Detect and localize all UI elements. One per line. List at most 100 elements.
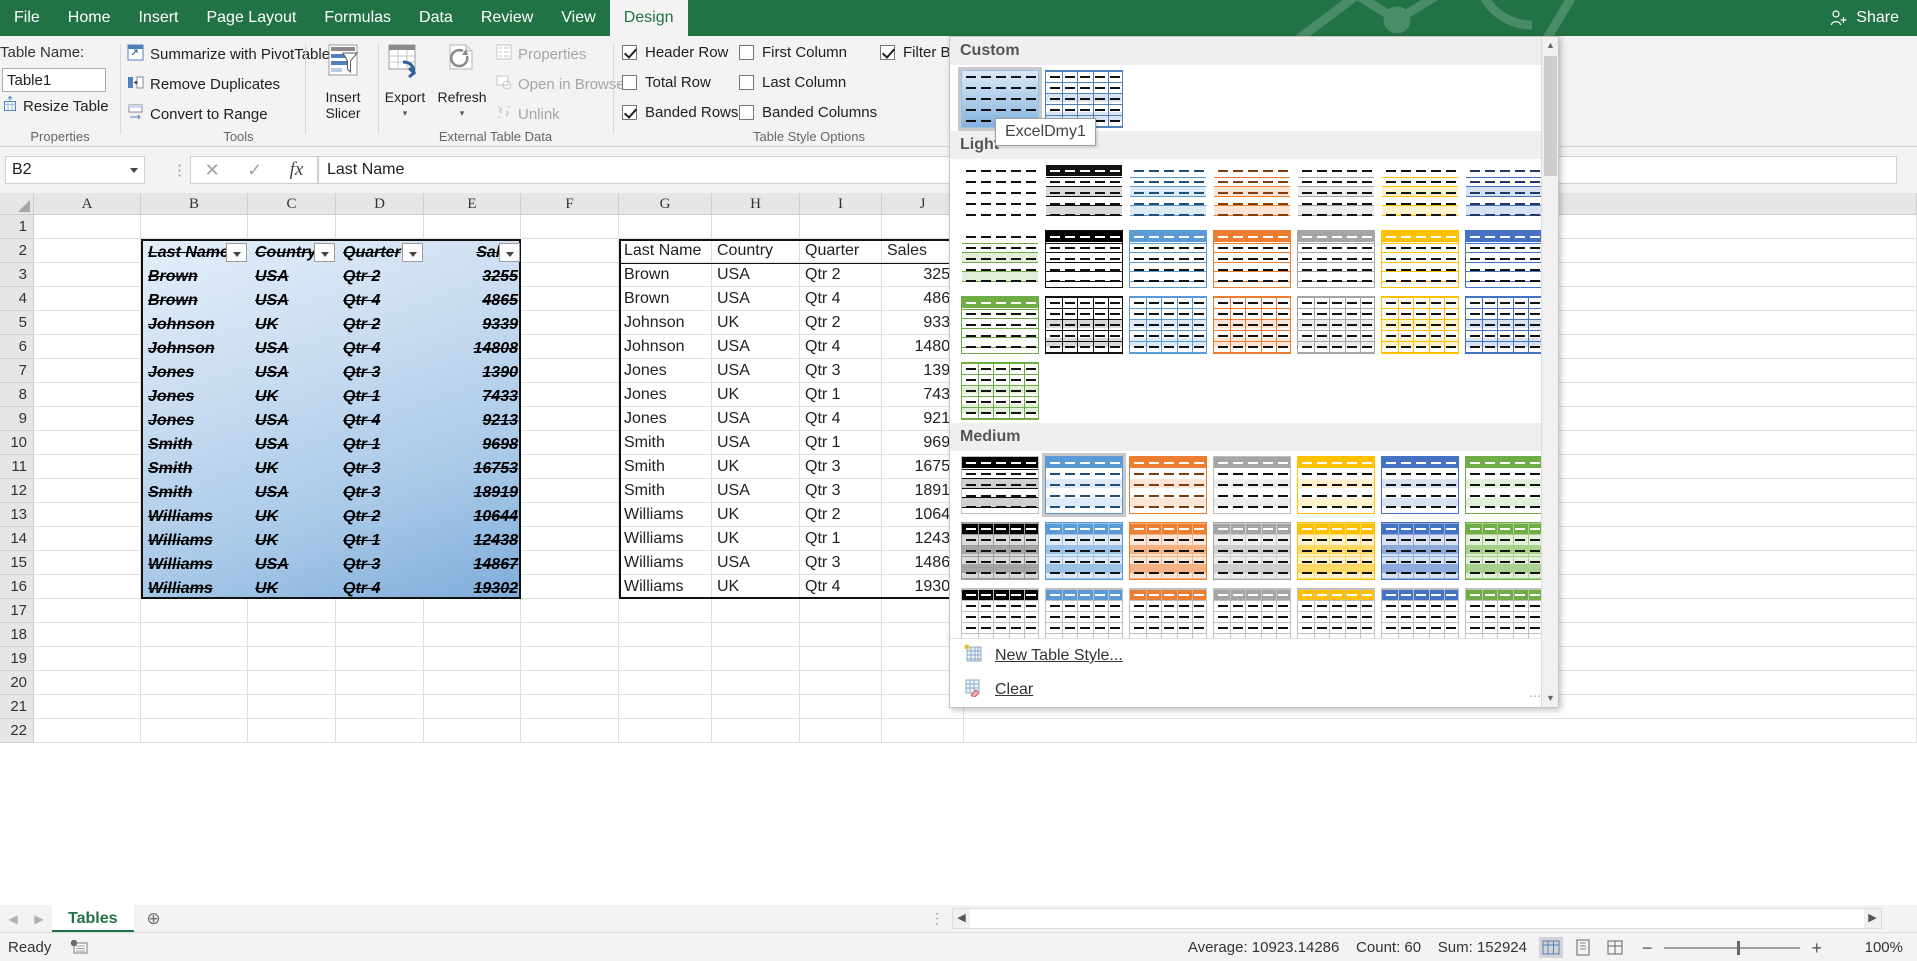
cell-F11[interactable]	[521, 455, 619, 479]
ribbon-tab-view[interactable]: View	[547, 0, 609, 36]
cell-F2[interactable]	[521, 239, 619, 263]
row-header-6[interactable]: 6	[0, 335, 34, 359]
cell-I21[interactable]	[800, 695, 882, 719]
styled-table-cell[interactable]: Qtr 3	[338, 361, 426, 385]
normal-view-button[interactable]	[1539, 937, 1563, 958]
remove-duplicates-button[interactable]: Remove Duplicates	[127, 74, 280, 95]
sheet-nav-next-icon[interactable]: ▶	[26, 912, 52, 926]
cell-H1[interactable]	[712, 215, 800, 239]
summarize-with-pivottable-button[interactable]: Summarize with PivotTable	[127, 44, 330, 65]
styled-table-cell[interactable]: Qtr 2	[338, 265, 426, 289]
cell-A16[interactable]	[34, 575, 141, 599]
styled-table-cell[interactable]: USA	[250, 481, 338, 505]
row-header-15[interactable]: 15	[0, 551, 34, 575]
plain-table-cell[interactable]: USA	[712, 431, 800, 455]
cell-F18[interactable]	[521, 623, 619, 647]
styled-table-cell[interactable]: 9339	[426, 313, 523, 337]
table-style-swatch[interactable]	[1042, 293, 1126, 357]
cell-G19[interactable]	[619, 647, 712, 671]
plain-table-cell[interactable]: Qtr 1	[800, 383, 882, 407]
table-style-swatch[interactable]	[958, 453, 1042, 517]
styled-table-cell[interactable]: 19302	[426, 577, 523, 601]
checkbox-box[interactable]	[739, 105, 754, 120]
plain-table-cell[interactable]: Qtr 4	[800, 407, 882, 431]
cell-H17[interactable]	[712, 599, 800, 623]
plain-table-cell[interactable]: Qtr 2	[800, 263, 882, 287]
table-style-swatch[interactable]	[1378, 227, 1462, 291]
table-style-swatch[interactable]	[1378, 161, 1462, 225]
cell-D22[interactable]	[336, 719, 424, 743]
styled-table-cell[interactable]: 3255	[426, 265, 523, 289]
cell-B17[interactable]	[141, 599, 248, 623]
plain-table-cell[interactable]: UK	[712, 575, 800, 599]
new-table-style-button[interactable]: New Table Style...	[950, 639, 1558, 673]
row-header-10[interactable]: 10	[0, 431, 34, 455]
column-header-H[interactable]: H	[712, 193, 800, 215]
cell-A12[interactable]	[34, 479, 141, 503]
checkbox-box[interactable]	[622, 45, 637, 60]
cell-A4[interactable]	[34, 287, 141, 311]
cell-F12[interactable]	[521, 479, 619, 503]
styled-table-cell[interactable]: Qtr 3	[338, 457, 426, 481]
cell-A1[interactable]	[34, 215, 141, 239]
styled-table-cell[interactable]: USA	[250, 361, 338, 385]
table-style-swatch[interactable]	[1210, 519, 1294, 583]
cell-A11[interactable]	[34, 455, 141, 479]
cell-F8[interactable]	[521, 383, 619, 407]
convert-to-range-button[interactable]: Convert to Range	[127, 104, 268, 125]
checkbox-last-column[interactable]: Last Column	[739, 74, 846, 91]
plain-table-cell[interactable]: USA	[712, 551, 800, 575]
row-header-2[interactable]: 2	[0, 239, 34, 263]
cell-I20[interactable]	[800, 671, 882, 695]
cell-A13[interactable]	[34, 503, 141, 527]
gallery-scrollbar[interactable]: ▲ ▼	[1541, 37, 1558, 707]
cell-A20[interactable]	[34, 671, 141, 695]
row-header-12[interactable]: 12	[0, 479, 34, 503]
table-name-input[interactable]	[2, 68, 106, 92]
checkbox-box[interactable]	[622, 75, 637, 90]
styled-table-cell[interactable]: Qtr 4	[338, 337, 426, 361]
styled-table-cell[interactable]: USA	[250, 433, 338, 457]
cell-B20[interactable]	[141, 671, 248, 695]
checkbox-first-column[interactable]: First Column	[739, 44, 847, 61]
plain-table-cell[interactable]: Jones	[619, 407, 712, 431]
column-header-G[interactable]: G	[619, 193, 712, 215]
filter-dropdown-icon[interactable]	[402, 243, 423, 262]
styled-table-cell[interactable]: Williams	[143, 529, 250, 553]
table-style-swatch[interactable]	[958, 161, 1042, 225]
zoom-slider[interactable]: − +	[1642, 938, 1822, 958]
table-style-swatch[interactable]	[1210, 453, 1294, 517]
row-header-20[interactable]: 20	[0, 671, 34, 695]
zoom-in-icon[interactable]: +	[1811, 938, 1822, 959]
cell-F14[interactable]	[521, 527, 619, 551]
table-style-swatch[interactable]	[1462, 293, 1546, 357]
plain-table-header[interactable]: Last Name	[619, 239, 712, 263]
cell-D19[interactable]	[336, 647, 424, 671]
plain-table-cell[interactable]: Smith	[619, 431, 712, 455]
checkbox-box[interactable]	[739, 75, 754, 90]
cell-C19[interactable]	[248, 647, 336, 671]
styled-table-cell[interactable]: Qtr 3	[338, 481, 426, 505]
hscroll-right-icon[interactable]: ▶	[1864, 909, 1881, 928]
cell-A7[interactable]	[34, 359, 141, 383]
plain-table-cell[interactable]: USA	[712, 335, 800, 359]
cell-F16[interactable]	[521, 575, 619, 599]
cell-H20[interactable]	[712, 671, 800, 695]
cell-F19[interactable]	[521, 647, 619, 671]
cell-E19[interactable]	[424, 647, 521, 671]
ribbon-tab-file[interactable]: File	[0, 0, 54, 36]
cell-B1[interactable]	[141, 215, 248, 239]
cell-A17[interactable]	[34, 599, 141, 623]
table-style-swatch[interactable]	[1042, 453, 1126, 517]
cell-F9[interactable]	[521, 407, 619, 431]
styled-table-cell[interactable]: 9213	[426, 409, 523, 433]
cell-G18[interactable]	[619, 623, 712, 647]
plain-table-cell[interactable]: Williams	[619, 527, 712, 551]
checkbox-filter-button[interactable]: Filter Bu	[880, 44, 959, 61]
cell-E20[interactable]	[424, 671, 521, 695]
plain-table-cell[interactable]: USA	[712, 407, 800, 431]
share-button[interactable]: Share	[1822, 0, 1907, 36]
cell-E1[interactable]	[424, 215, 521, 239]
plain-table-cell[interactable]: Smith	[619, 455, 712, 479]
styled-table-cell[interactable]: Qtr 4	[338, 409, 426, 433]
